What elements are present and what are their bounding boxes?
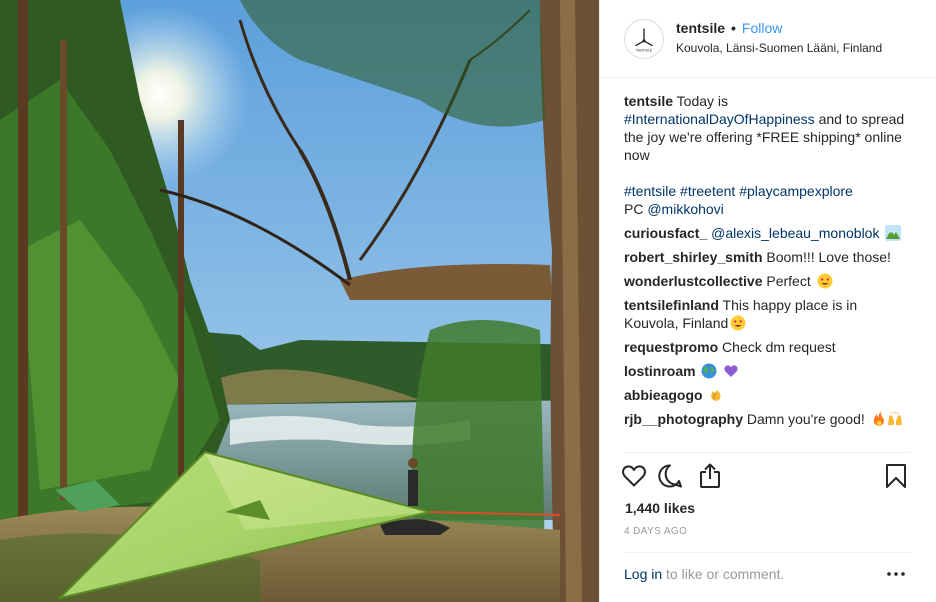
- login-text: to like or comment.: [666, 566, 785, 582]
- forest-tent-image: [0, 0, 599, 602]
- clapping-hands-emoji-icon: [711, 390, 721, 401]
- comment-username[interactable]: wonderlustcollective: [624, 273, 762, 289]
- instagram-post: TENTSILE tentsile • Follow Kouvola, Läns…: [0, 0, 936, 602]
- purple-heart-emoji-icon: [724, 365, 739, 377]
- location-link[interactable]: Kouvola, Länsi-Suomen Lääni, Finland: [676, 40, 882, 56]
- heart-icon: [622, 465, 646, 487]
- post-header: TENTSILE tentsile • Follow Kouvola, Läns…: [600, 0, 936, 78]
- comment-username[interactable]: abbieagogo: [624, 387, 703, 403]
- comment-username[interactable]: lostinroam: [624, 363, 696, 379]
- comment: curiousfact_ @alexis_lebeau_monoblok: [624, 224, 914, 242]
- comment: abbieagogo: [624, 386, 914, 404]
- post-sidebar: TENTSILE tentsile • Follow Kouvola, Läns…: [599, 0, 936, 602]
- header-text: tentsile • Follow Kouvola, Länsi-Suomen …: [676, 19, 882, 56]
- share-icon: [700, 463, 720, 488]
- more-options-button[interactable]: [884, 562, 908, 586]
- separator-dot: •: [731, 20, 736, 36]
- fire-emoji-icon: [873, 412, 884, 426]
- heart-eyes-emoji-icon: [730, 315, 746, 331]
- header-divider: [624, 77, 911, 78]
- likes-count[interactable]: 1,440 likes: [625, 500, 695, 516]
- pc-label: PC: [624, 201, 644, 217]
- mention-link[interactable]: @alexis_lebeau_monoblok: [711, 225, 879, 241]
- hashtag-link[interactable]: #tentsile: [624, 183, 676, 199]
- caption-text-1: Today is: [676, 93, 729, 109]
- avatar-text: TENTSILE: [636, 48, 653, 52]
- caption: tentsile Today is #InternationalDayOfHap…: [624, 92, 914, 164]
- hashtag-link[interactable]: #InternationalDayOfHappiness: [624, 111, 815, 127]
- raised-hands-emoji-icon: [887, 411, 902, 425]
- mention-link[interactable]: @mikkohovi: [647, 201, 723, 217]
- comment-text: Check dm request: [722, 339, 836, 355]
- like-button[interactable]: [618, 460, 650, 492]
- comment-username[interactable]: robert_shirley_smith: [624, 249, 763, 265]
- caption-hashtags: #tentsile #treetent #playcampexplore PC …: [624, 182, 914, 218]
- comments-list: tentsile Today is #InternationalDayOfHap…: [624, 92, 914, 428]
- post-date: 4 DAYS AGO: [624, 526, 688, 537]
- actions-divider: [624, 452, 910, 453]
- follow-button[interactable]: Follow: [742, 19, 782, 37]
- comment-username[interactable]: curiousfact_: [624, 225, 707, 241]
- avatar[interactable]: TENTSILE: [624, 18, 664, 59]
- comment-username[interactable]: tentsilefinland: [624, 297, 719, 313]
- comment: tentsilefinland This happy place is in K…: [624, 296, 914, 332]
- hashtag-link[interactable]: #playcampexplore: [739, 183, 853, 199]
- login-divider: [624, 552, 910, 553]
- more-dots-icon: [887, 572, 905, 576]
- comment: lostinroam: [624, 362, 914, 380]
- post-actions: [618, 460, 918, 492]
- share-button[interactable]: [694, 460, 726, 492]
- comment: rjb__photography Damn you're good!: [624, 410, 914, 428]
- comment: wonderlustcollective Perfect: [624, 272, 914, 290]
- mountain-emoji-icon: [885, 225, 902, 241]
- comment: requestpromo Check dm request: [624, 338, 914, 356]
- login-link[interactable]: Log in: [624, 566, 662, 582]
- comment-icon: [658, 464, 682, 488]
- bookmark-icon: [886, 464, 906, 488]
- comment-username[interactable]: rjb__photography: [624, 411, 743, 427]
- hashtag-link[interactable]: #treetent: [680, 183, 735, 199]
- globe-emoji-icon: [701, 363, 717, 379]
- comment: robert_shirley_smith Boom!!! Love those!: [624, 248, 914, 266]
- tentsile-logo-icon: TENTSILE: [635, 28, 653, 52]
- comment-text: Perfect: [766, 273, 811, 289]
- comment-username[interactable]: requestpromo: [624, 339, 718, 355]
- comment-button[interactable]: [654, 460, 686, 492]
- comment-text: Boom!!! Love those!: [766, 249, 891, 265]
- username-link[interactable]: tentsile: [676, 19, 725, 37]
- save-button[interactable]: [880, 460, 912, 492]
- heart-eyes-emoji-icon: [817, 273, 833, 289]
- login-prompt: Log in to like or comment.: [624, 566, 784, 582]
- comment-text: Damn you're good!: [746, 411, 865, 427]
- header-row: tentsile • Follow: [676, 19, 882, 37]
- post-photo[interactable]: [0, 0, 599, 602]
- caption-username[interactable]: tentsile: [624, 93, 673, 109]
